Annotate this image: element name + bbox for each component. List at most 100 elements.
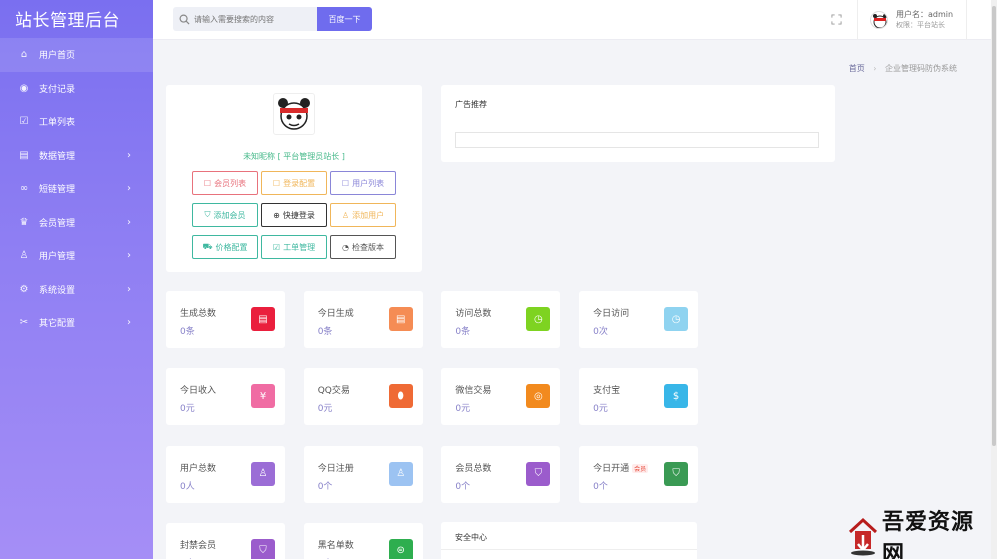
stat-label: 今日注册 (318, 461, 354, 474)
stat-label: 微信交易 (455, 383, 491, 396)
breadcrumb-current: 企业管理码防伪系统 (885, 64, 957, 73)
sidebar-item[interactable]: ◉ 支付记录 (0, 72, 153, 106)
sidebar-item[interactable]: ☑ 工单列表 (0, 105, 153, 139)
sidebar-item-label: 会员管理 (39, 218, 76, 229)
stat-card: 今日生成 0条 ▤ (303, 291, 423, 348)
document-icon: ▤ (251, 307, 275, 331)
profile-avatar (273, 93, 315, 135)
username: 用户名：admin (896, 10, 954, 19)
stat-label: 今日开通 会员 (593, 461, 649, 474)
chevron-right-icon: › (127, 317, 131, 329)
stat-card: 今日访问 0次 ◷ (579, 291, 699, 348)
profile-action-button[interactable]: ⛉ 添加会员 (192, 203, 258, 227)
sidebar-item-label: 用户首页 (39, 51, 76, 62)
search-icon (179, 14, 190, 25)
profile-action-label: 用户列表 (352, 178, 385, 188)
profile-action-button[interactable]: ◔ 检查版本 (330, 235, 396, 259)
stat-value: 0条 (317, 327, 333, 337)
profile-action-button[interactable]: ⛟ 价格配置 (192, 235, 258, 259)
shield-icon: ⛉ (204, 210, 211, 219)
breadcrumb-separator: › (873, 64, 877, 73)
stat-card: 生成总数 0条 ▤ (166, 291, 285, 348)
page-scrollbar[interactable] (991, 0, 997, 559)
stat-label-text: 生成总数 (180, 309, 217, 319)
stat-label: 今日生成 (318, 306, 354, 319)
fullscreen-icon[interactable] (829, 12, 843, 26)
sidebar-item[interactable]: ▤ 数据管理 › (0, 139, 153, 173)
sidebar-item[interactable]: ✂ 其它配置 › (0, 306, 153, 340)
quick-login-icon: ⊕ (273, 210, 280, 220)
settings-icon: ⚙ (19, 283, 29, 295)
sidebar-item-label: 系统设置 (39, 285, 76, 296)
alipay-icon: $ (664, 384, 689, 409)
stat-tag-badge: 会员 (632, 463, 649, 473)
watermark-logo-icon (846, 516, 880, 556)
stat-label-text: 今日收入 (180, 386, 217, 397)
stat-label: 访问总数 (455, 306, 491, 319)
users-list-icon: ☐ (341, 178, 350, 188)
stat-value: 0条 (455, 327, 471, 337)
brand-title: 站长管理后台 (15, 10, 120, 31)
chevron-right-icon: › (127, 283, 131, 295)
stat-label-text: 黑名单数 (317, 540, 354, 551)
profile-action-button[interactable]: ☐ 登录配置 (261, 171, 327, 195)
version-icon: ◔ (342, 242, 349, 252)
database-icon: ▤ (19, 149, 29, 161)
stat-card: 今日注册 0个 ♙ (303, 445, 423, 503)
user-info[interactable]: 用户名：admin 权限：平台站长 (857, 0, 967, 40)
profile-name: 未知昵称 [ 平台管理员站长 ] (243, 152, 345, 161)
sidebar-item[interactable]: ⌂ 用户首页 (0, 38, 153, 72)
stat-label: 会员总数 (455, 461, 491, 474)
member-shield-icon: ⛉ (526, 461, 551, 486)
stat-label-text: 封禁会员 (180, 540, 217, 551)
ad-content (455, 132, 819, 148)
chevron-right-icon: › (127, 149, 131, 161)
yen-icon: ¥ (251, 384, 275, 409)
profile-action-button[interactable]: ☑ 工单管理 (261, 235, 327, 259)
watermark: 吾爱资源网 (846, 509, 996, 559)
sidebar-item[interactable]: ∞ 短链管理 › (0, 172, 153, 206)
sidebar-item-label: 短链管理 (39, 185, 76, 196)
profile-action-label: 价格配置 (215, 242, 248, 252)
stat-label-text: 今日生成 (317, 309, 354, 319)
profile-action-label: 检查版本 (351, 242, 384, 252)
stat-label-text: 用户总数 (180, 463, 217, 474)
profile-action-label: 快捷登录 (282, 210, 315, 220)
search-button[interactable]: 百度一下 (317, 7, 372, 31)
sidebar-item-label: 工单列表 (39, 118, 76, 129)
add-user-icon: ♙ (341, 210, 350, 220)
top-header: 百度一下 用户名：admin 权限：平台站长 (153, 0, 991, 40)
profile-action-button[interactable]: ☐ 用户列表 (330, 171, 396, 195)
search-input[interactable] (194, 14, 314, 24)
stat-label: 封禁会员 (180, 538, 216, 551)
profile-action-button[interactable]: ☐ 会员列表 (192, 171, 258, 195)
stat-card: 支付宝 0元 $ (579, 368, 699, 426)
sidebar-item[interactable]: ♙ 用户管理 › (0, 239, 153, 273)
sidebar-item[interactable]: ♛ 会员管理 › (0, 206, 153, 240)
profile-action-label: 添加会员 (213, 210, 246, 220)
stat-label-text: 微信交易 (455, 386, 492, 397)
avatar (870, 11, 888, 29)
stat-label-text: 访问总数 (455, 309, 492, 319)
security-card: 安全中心 (441, 522, 697, 559)
open-shield-icon: ⛉ (664, 461, 689, 486)
profile-action-label: 会员列表 (214, 178, 247, 188)
ticket-icon: ☑ (19, 116, 29, 128)
stat-label: 今日访问 (593, 306, 629, 319)
stat-label: 用户总数 (180, 461, 216, 474)
stat-label: 生成总数 (180, 306, 216, 319)
stat-value: 0元 (180, 404, 195, 415)
stat-value: 0个 (593, 481, 608, 492)
ticket-manage-icon: ☑ (272, 242, 281, 252)
security-title: 安全中心 (455, 533, 487, 542)
stat-value: 0人 (180, 481, 195, 492)
wechat-icon: ◎ (526, 384, 551, 409)
breadcrumb-home[interactable]: 首页 (849, 64, 865, 73)
profile-card: 未知昵称 [ 平台管理员站长 ] ☐ 会员列表 ☐ 登录配置 ☐ 用户列表 ⛉ 添加会员 ⊕ 快捷… (166, 85, 422, 272)
profile-action-label: 登录配置 (283, 178, 316, 188)
stat-value: 0次 (593, 327, 608, 337)
document-today-icon: ▤ (388, 307, 413, 331)
profile-action-button[interactable]: ♙ 添加用户 (330, 203, 396, 227)
sidebar-item[interactable]: ⚙ 系统设置 › (0, 273, 153, 307)
profile-action-button[interactable]: ⊕ 快捷登录 (261, 203, 327, 227)
